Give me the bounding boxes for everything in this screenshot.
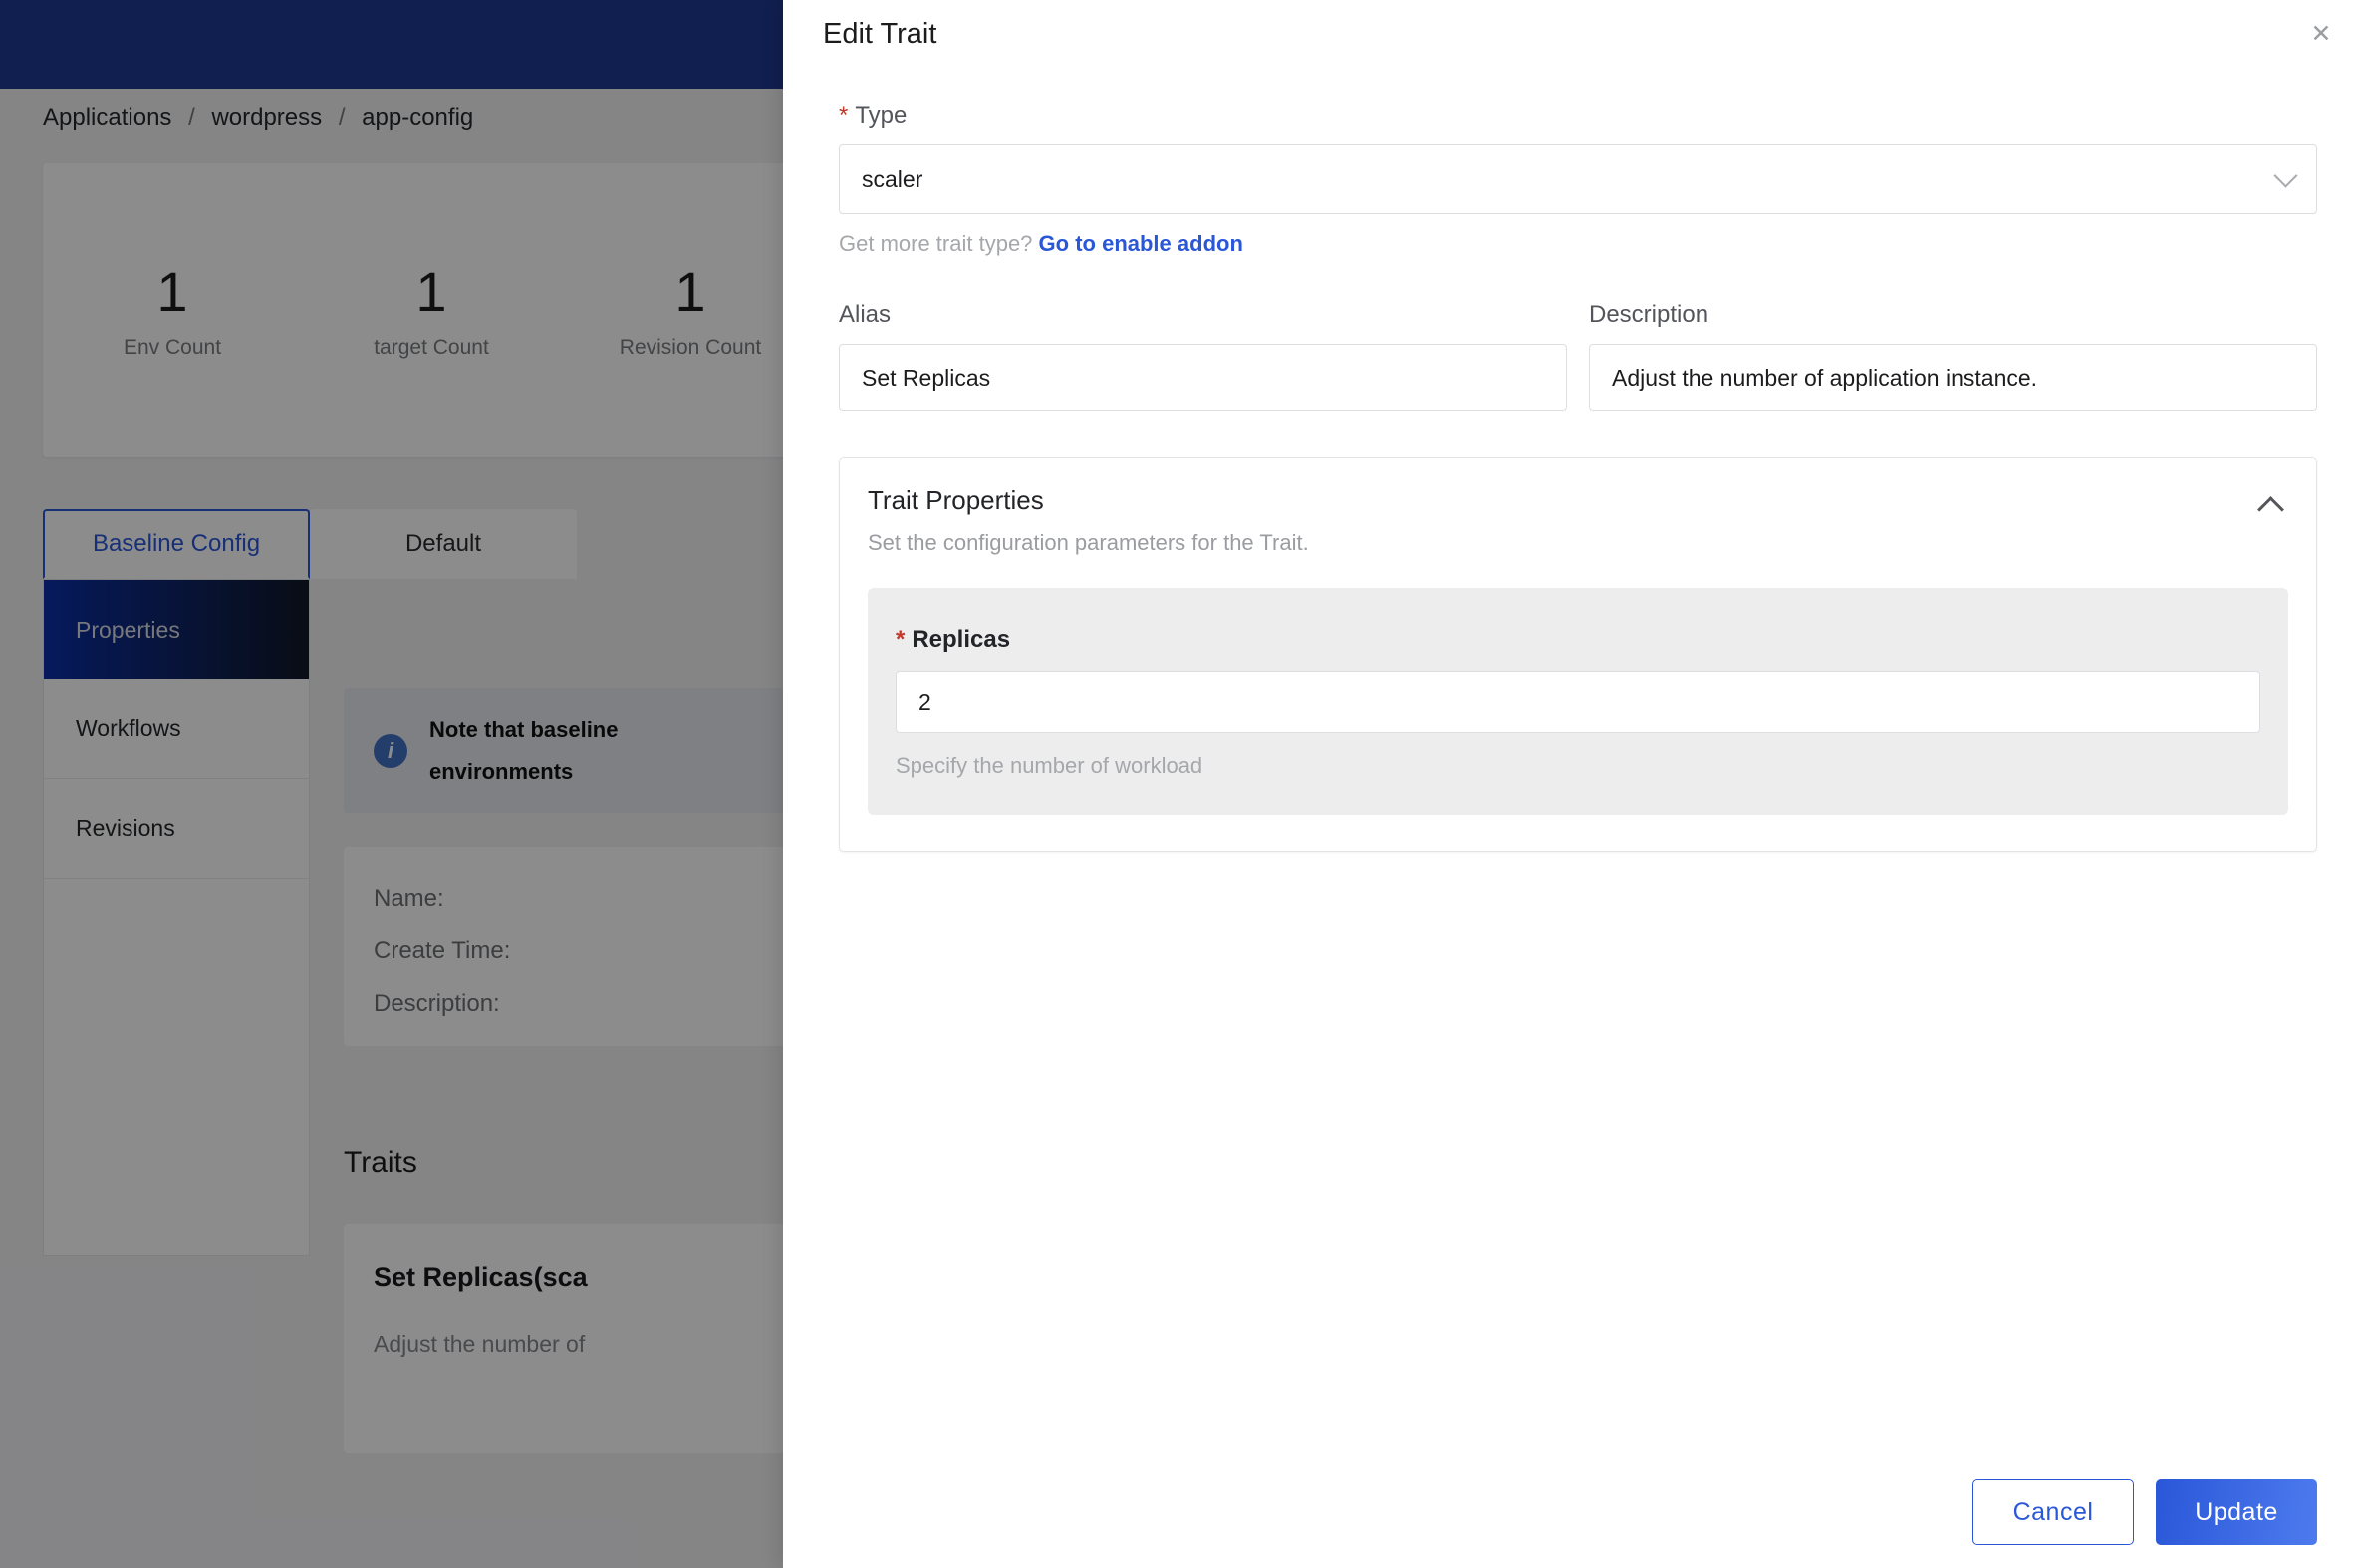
edit-trait-dialog: Edit Trait ✕ * Type scaler Get more trait… [783, 0, 2357, 1568]
trait-properties-title: Trait Properties [868, 485, 2288, 516]
alias-description-row: Alias Set Replicas Description Adjust th… [839, 301, 2317, 411]
dialog-body: * Type scaler Get more trait type? Go to … [783, 82, 2357, 1456]
type-hint-text: Get more trait type? [839, 231, 1032, 256]
alias-input[interactable]: Set Replicas [839, 344, 1567, 411]
replicas-input-value: 2 [918, 689, 931, 716]
trait-properties-card: Trait Properties Set the configuration p… [839, 457, 2317, 852]
alias-field-group: Alias Set Replicas [839, 301, 1567, 411]
type-field-group: * Type scaler Get more trait type? Go to … [839, 102, 2317, 257]
dialog-title: Edit Trait [823, 18, 936, 51]
required-asterisk: * [839, 102, 848, 129]
dialog-footer: Cancel Update [783, 1456, 2357, 1568]
alias-input-value: Set Replicas [862, 365, 990, 392]
replicas-label: * Replicas [896, 626, 2260, 653]
dialog-header: Edit Trait ✕ [783, 0, 2357, 82]
type-label-text: Type [855, 102, 907, 129]
close-icon[interactable]: ✕ [2301, 14, 2341, 54]
alias-label: Alias [839, 301, 1567, 329]
description-input[interactable]: Adjust the number of application instanc… [1589, 344, 2317, 411]
type-label: * Type [839, 102, 2317, 130]
required-asterisk: * [896, 626, 905, 653]
replicas-input[interactable]: 2 [896, 671, 2260, 733]
enable-addon-link[interactable]: Go to enable addon [1039, 231, 1243, 256]
description-field-group: Description Adjust the number of applica… [1589, 301, 2317, 411]
trait-properties-subtitle: Set the configuration parameters for the… [868, 530, 2288, 556]
trait-properties-header[interactable]: Trait Properties Set the configuration p… [868, 485, 2288, 556]
trait-properties-body: * Replicas 2 Specify the number of worklo… [868, 588, 2288, 815]
cancel-button[interactable]: Cancel [1972, 1479, 2134, 1545]
chevron-down-icon [2273, 164, 2297, 188]
update-button[interactable]: Update [2156, 1479, 2317, 1545]
replicas-hint: Specify the number of workload [896, 753, 2260, 779]
type-select[interactable]: scaler [839, 144, 2317, 214]
description-input-value: Adjust the number of application instanc… [1612, 365, 2037, 392]
type-select-value: scaler [862, 166, 922, 193]
description-label: Description [1589, 301, 2317, 329]
replicas-label-text: Replicas [912, 626, 1010, 653]
type-hint: Get more trait type? Go to enable addon [839, 231, 2317, 257]
